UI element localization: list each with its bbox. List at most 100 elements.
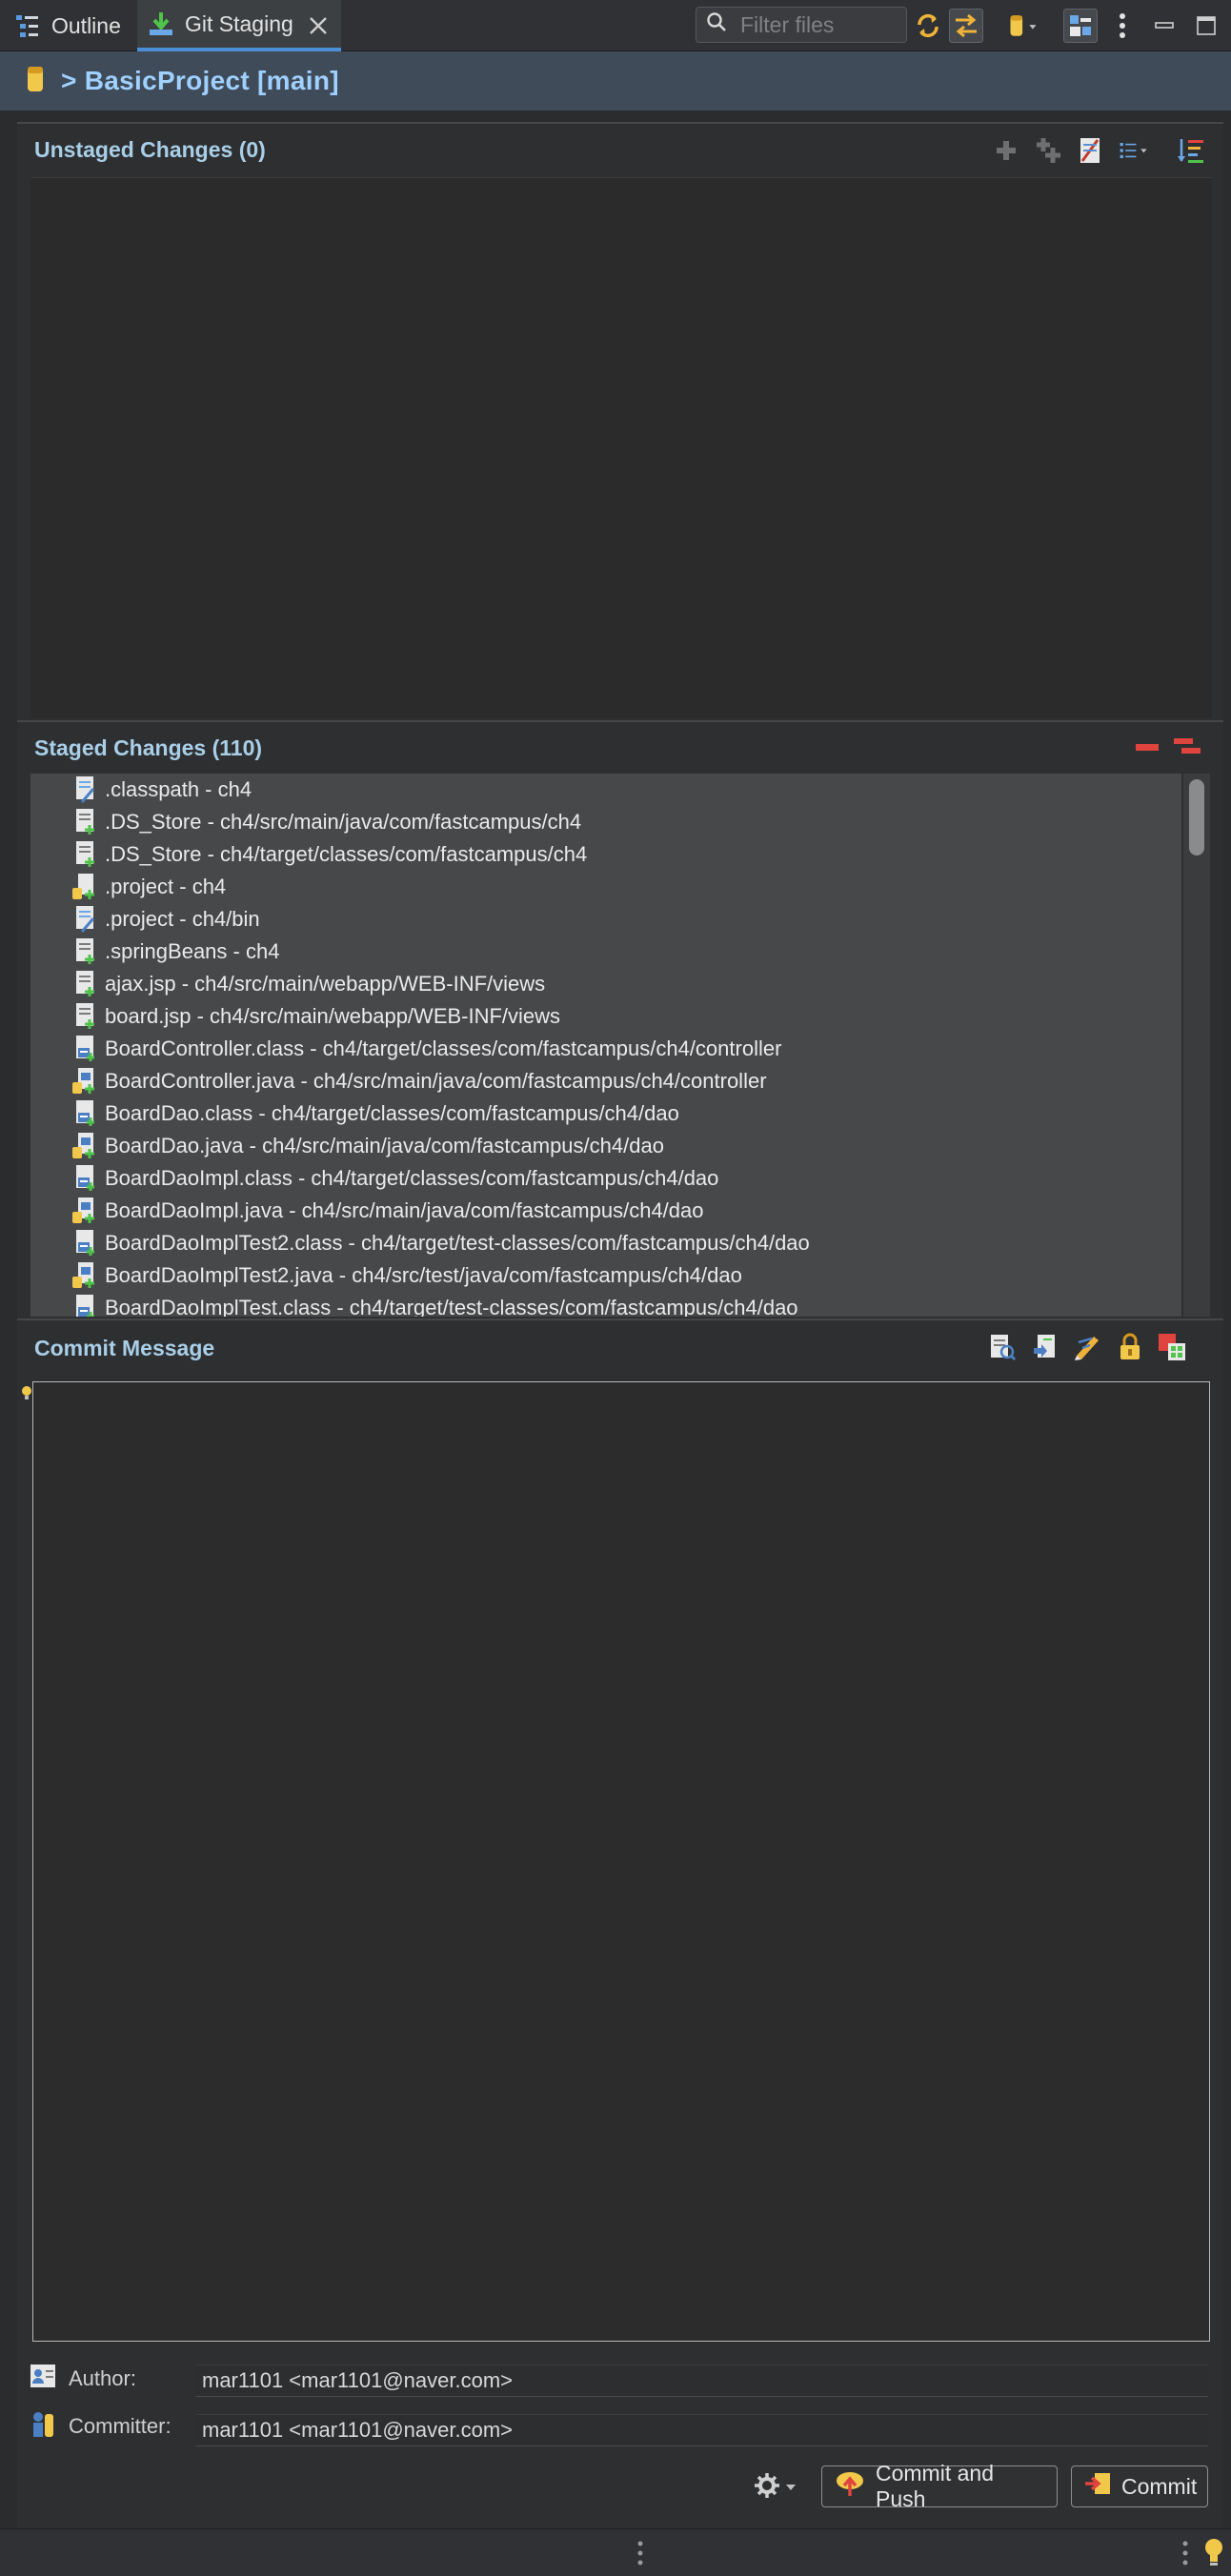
content-assist-hint-icon bbox=[21, 1385, 32, 1405]
staged-changes-section: Staged Changes (110) .classpath - ch4 .DS… bbox=[17, 720, 1223, 1318]
repository-title: > BasicProject [main] bbox=[61, 66, 339, 95]
minimize-icon[interactable] bbox=[1147, 9, 1181, 43]
staged-file-label: .springBeans - ch4 bbox=[105, 939, 280, 963]
file-java-icon bbox=[72, 1067, 97, 1096]
staged-file-label: .project - ch4/bin bbox=[105, 907, 260, 931]
filter-files-input[interactable] bbox=[738, 10, 891, 39]
add-to-index-icon[interactable] bbox=[991, 135, 1021, 166]
tab-git-staging-label: Git Staging bbox=[185, 10, 293, 36]
staged-file-row[interactable]: BoardDaoImplTest2.class - ch4/target/tes… bbox=[30, 1227, 1181, 1259]
staged-file-row[interactable]: .DS_Store - ch4/src/main/java/com/fastca… bbox=[30, 806, 1181, 838]
staged-file-label: BoardDaoImplTest2.java - ch4/src/test/ja… bbox=[105, 1263, 742, 1287]
unstaged-files-list[interactable] bbox=[30, 177, 1212, 718]
staged-changes-title: Staged Changes (110) bbox=[34, 735, 263, 760]
presentation-dropdown-icon[interactable] bbox=[1119, 135, 1149, 166]
repository-menu-icon[interactable] bbox=[1006, 9, 1040, 43]
maximize-icon[interactable] bbox=[1189, 9, 1223, 43]
sign-off-icon[interactable] bbox=[1073, 1332, 1103, 1362]
staged-file-row[interactable]: .project - ch4 bbox=[30, 871, 1181, 903]
commit-message-input[interactable] bbox=[32, 1381, 1210, 2342]
staged-file-label: .DS_Store - ch4/target/classes/com/fastc… bbox=[105, 842, 588, 866]
file-class-icon bbox=[72, 1099, 97, 1128]
staged-file-row[interactable]: .project - ch4/bin bbox=[30, 903, 1181, 936]
staged-file-row[interactable]: BoardDaoImpl.class - ch4/target/classes/… bbox=[30, 1162, 1181, 1195]
author-field[interactable]: mar1101 <mar1101@naver.com> bbox=[196, 2365, 1208, 2397]
amend-commit-icon[interactable] bbox=[1031, 1332, 1061, 1362]
staged-file-row[interactable]: BoardDao.class - ch4/target/classes/com/… bbox=[30, 1097, 1181, 1130]
staged-file-row[interactable]: ajax.jsp - ch4/src/main/webapp/WEB-INF/v… bbox=[30, 968, 1181, 1000]
file-added-project-icon bbox=[72, 873, 97, 901]
file-class-icon bbox=[72, 1229, 97, 1258]
staged-file-label: ajax.jsp - ch4/src/main/webapp/WEB-INF/v… bbox=[105, 972, 546, 996]
staged-file-row[interactable]: .classpath - ch4 bbox=[30, 774, 1181, 806]
file-class-icon bbox=[72, 1035, 97, 1063]
file-java-icon bbox=[72, 1197, 97, 1225]
staged-file-row[interactable]: .springBeans - ch4 bbox=[30, 936, 1181, 968]
filter-files-field[interactable] bbox=[696, 7, 907, 43]
author-icon bbox=[29, 2363, 57, 2394]
committer-field[interactable]: mar1101 <mar1101@naver.com> bbox=[196, 2414, 1208, 2446]
repository-icon bbox=[25, 65, 46, 98]
status-bar bbox=[0, 2528, 1231, 2576]
commit-and-push-label: Commit and Push bbox=[876, 2461, 994, 2511]
scrollbar-thumb[interactable] bbox=[1189, 779, 1204, 855]
change-id-icon[interactable] bbox=[1157, 1332, 1187, 1362]
add-all-to-index-icon[interactable] bbox=[1033, 135, 1063, 166]
staged-file-label: BoardDaoImplTest.class - ch4/target/test… bbox=[105, 1296, 798, 1317]
unstaged-changes-title: Unstaged Changes (0) bbox=[34, 137, 266, 162]
repository-breadcrumb: > BasicProject [main] bbox=[0, 51, 1231, 111]
compare-mode-icon[interactable] bbox=[949, 9, 983, 43]
staged-file-row[interactable]: BoardDaoImplTest.class - ch4/target/test… bbox=[30, 1292, 1181, 1317]
commit-message-title: Commit Message bbox=[34, 1336, 215, 1360]
remove-all-from-index-icon[interactable] bbox=[1172, 732, 1202, 762]
staged-file-label: BoardDaoImpl.java - ch4/src/main/java/co… bbox=[105, 1198, 704, 1222]
staged-file-label: BoardController.class - ch4/target/class… bbox=[105, 1036, 782, 1060]
remove-from-index-icon[interactable] bbox=[1132, 732, 1162, 762]
commit-options-menu[interactable] bbox=[753, 2471, 797, 2505]
commit-and-push-button[interactable]: Commit and Push bbox=[821, 2461, 1058, 2511]
staged-file-label: .classpath - ch4 bbox=[105, 777, 252, 801]
close-icon[interactable] bbox=[307, 14, 330, 37]
file-added-icon bbox=[72, 937, 97, 966]
staged-file-row[interactable]: BoardController.java - ch4/src/main/java… bbox=[30, 1065, 1181, 1097]
refresh-icon[interactable] bbox=[911, 9, 945, 43]
view-tab-bar: Outline Git Staging bbox=[0, 0, 1231, 51]
commit-and-push-icon bbox=[834, 2469, 866, 2504]
tab-git-staging[interactable]: Git Staging bbox=[137, 0, 341, 51]
file-class-icon bbox=[72, 1164, 97, 1193]
commit-label: Commit bbox=[1121, 2473, 1198, 2499]
staged-file-label: BoardDao.class - ch4/target/classes/com/… bbox=[105, 1101, 679, 1125]
preview-commit-icon[interactable] bbox=[987, 1332, 1018, 1362]
file-modified-icon bbox=[72, 905, 97, 934]
git-staging-icon bbox=[147, 10, 175, 38]
view-menu-icon[interactable] bbox=[1105, 9, 1140, 43]
unstaged-changes-section: Unstaged Changes (0) bbox=[17, 122, 1223, 720]
staged-file-label: .project - ch4 bbox=[105, 875, 227, 898]
staged-files-list: .classpath - ch4 .DS_Store - ch4/src/main… bbox=[30, 774, 1181, 1317]
status-bar-handle-icon[interactable] bbox=[636, 2539, 644, 2572]
staged-file-row[interactable]: BoardDao.java - ch4/src/main/java/com/fa… bbox=[30, 1130, 1181, 1162]
sort-icon[interactable] bbox=[1176, 135, 1206, 166]
staged-file-row[interactable]: BoardController.class - ch4/target/class… bbox=[30, 1033, 1181, 1065]
status-bar-menu-icon[interactable] bbox=[1181, 2539, 1189, 2572]
file-java-icon bbox=[72, 1261, 97, 1290]
commit-button[interactable]: Commit bbox=[1071, 2465, 1208, 2507]
gear-icon bbox=[753, 2471, 781, 2505]
staged-file-row[interactable]: .DS_Store - ch4/target/classes/com/fastc… bbox=[30, 838, 1181, 871]
staged-file-label: board.jsp - ch4/src/main/webapp/WEB-INF/… bbox=[105, 1004, 561, 1028]
staged-files-scrollbar[interactable] bbox=[1183, 774, 1210, 1317]
lightbulb-icon[interactable] bbox=[1202, 2537, 1225, 2572]
committer-label: Committer: bbox=[69, 2414, 172, 2438]
ignore-file-icon[interactable] bbox=[1075, 135, 1105, 166]
file-added-icon bbox=[72, 1002, 97, 1031]
presentation-mode-icon[interactable] bbox=[1063, 9, 1098, 43]
committer-icon bbox=[30, 2410, 55, 2444]
file-added-icon bbox=[72, 808, 97, 836]
file-modified-icon bbox=[72, 775, 97, 804]
staged-file-row[interactable]: BoardDaoImpl.java - ch4/src/main/java/co… bbox=[30, 1195, 1181, 1227]
tab-outline[interactable]: Outline bbox=[13, 0, 121, 51]
chevron-down-icon bbox=[785, 2480, 797, 2497]
sign-commit-lock-icon[interactable] bbox=[1115, 1332, 1145, 1362]
staged-file-row[interactable]: board.jsp - ch4/src/main/webapp/WEB-INF/… bbox=[30, 1000, 1181, 1033]
staged-file-row[interactable]: BoardDaoImplTest2.java - ch4/src/test/ja… bbox=[30, 1259, 1181, 1292]
